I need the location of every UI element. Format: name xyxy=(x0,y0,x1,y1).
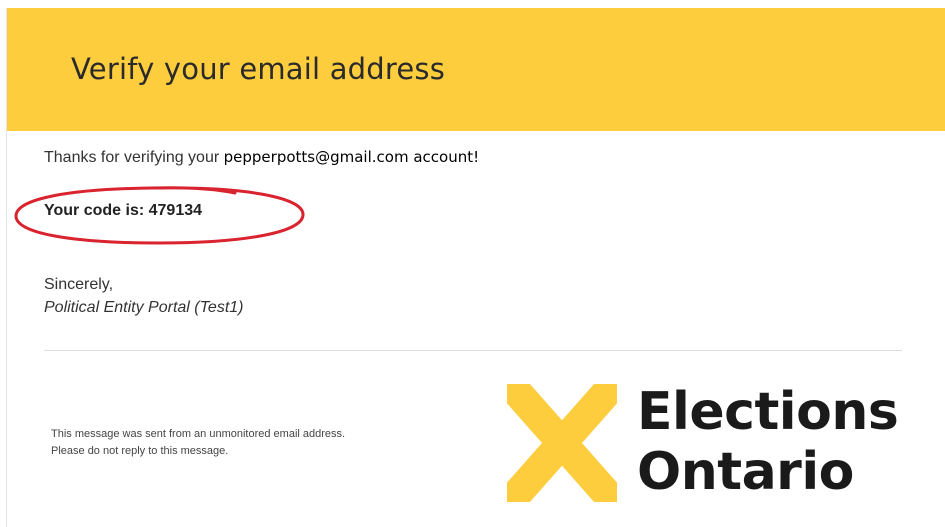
thanks-message: Thanks for verifying your pepperpotts@gm… xyxy=(44,148,479,167)
email-address-text: pepperpotts@gmail.com xyxy=(223,148,409,166)
logo-text-ontario: Ontario xyxy=(637,442,854,502)
logo-text-elections: Elections xyxy=(637,382,899,442)
email-title: Verify your email address xyxy=(71,52,446,86)
thanks-suffix: account! xyxy=(413,148,480,166)
footer-note-line-1: This message was sent from an unmonitore… xyxy=(51,428,346,440)
closing-text: Sincerely, xyxy=(44,276,114,293)
page: Verify your email address Thanks for ver… xyxy=(0,0,945,527)
footer-note-line-2: Please do not reply to this message. xyxy=(51,445,229,457)
footer-note: This message was sent from an unmonitore… xyxy=(51,426,345,460)
header-banner: Verify your email address xyxy=(7,8,945,131)
signature-text: Political Entity Portal (Test1) xyxy=(44,299,244,316)
code-value: 479134 xyxy=(148,202,203,219)
verification-code: Your code is: 479134 xyxy=(44,202,202,220)
email-address: pepperpotts@gmail.com account! xyxy=(224,148,480,166)
x-mark-icon xyxy=(507,384,617,502)
email-card: Verify your email address Thanks for ver… xyxy=(6,8,945,527)
divider xyxy=(44,350,902,351)
code-label: Your code is: xyxy=(44,202,145,219)
thanks-prefix: Thanks for verifying your xyxy=(44,149,220,166)
elections-ontario-logo: Elections Ontario xyxy=(507,378,927,508)
